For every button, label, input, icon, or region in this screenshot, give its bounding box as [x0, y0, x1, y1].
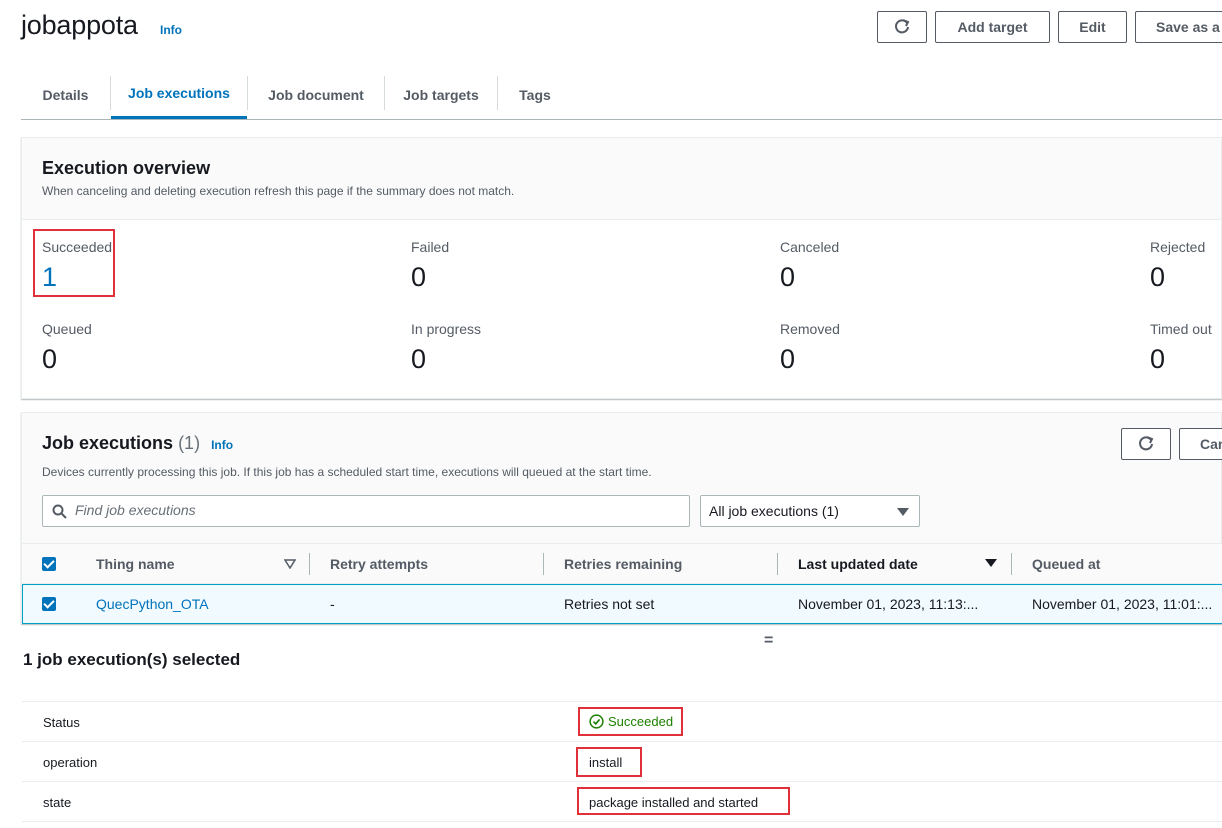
search-icon	[52, 504, 67, 519]
succeeded-highlight-box	[33, 229, 115, 297]
tab-details[interactable]: Details	[21, 70, 110, 119]
cancel-execution-button[interactable]: Can	[1179, 428, 1222, 460]
column-queued-at[interactable]: Queued at	[1032, 556, 1100, 572]
select-all-checkbox[interactable]	[42, 557, 56, 571]
job-executions-description: Devices currently processing this job. I…	[42, 465, 652, 479]
last-updated-cell: November 01, 2023, 11:13:...	[798, 596, 979, 612]
refresh-icon	[895, 19, 910, 34]
operation-highlight-box	[576, 747, 642, 777]
thing-name-link[interactable]: QuecPython_OTA	[96, 596, 209, 612]
job-executions-title: Job executions (1) Info	[42, 433, 233, 454]
retries-remaining-cell: Retries not set	[564, 596, 655, 612]
detail-key-status: Status	[43, 715, 80, 730]
job-executions-title-text: Job executions	[42, 433, 174, 453]
refresh-icon	[1139, 436, 1154, 451]
job-executions-count: (1)	[178, 433, 201, 453]
column-retry-attempts[interactable]: Retry attempts	[330, 556, 428, 572]
edit-button[interactable]: Edit	[1058, 11, 1127, 43]
stat-failed-value: 0	[411, 262, 427, 292]
stat-canceled-label: Canceled	[780, 239, 840, 255]
sort-descending-icon[interactable]	[985, 559, 997, 567]
row-checkbox[interactable]	[42, 597, 56, 611]
column-retries-remaining[interactable]: Retries remaining	[564, 556, 682, 572]
split-panel-handle[interactable]: =	[764, 632, 773, 650]
search-input[interactable]	[75, 502, 675, 518]
stat-timed-out-label: Timed out	[1150, 321, 1212, 337]
execution-overview-panel: Execution overview When canceling and de…	[21, 137, 1222, 399]
status-highlight-box	[578, 707, 683, 736]
stat-rejected-value: 0	[1150, 262, 1166, 292]
execution-overview-header: Execution overview When canceling and de…	[22, 138, 1221, 220]
search-box	[42, 495, 690, 527]
executions-refresh-button[interactable]	[1121, 428, 1171, 460]
tab-job-executions[interactable]: Job executions	[111, 70, 247, 119]
job-executions-info-link[interactable]: Info	[211, 438, 233, 452]
page-title: jobappota	[21, 10, 138, 40]
queued-at-cell: November 01, 2023, 11:01:...	[1032, 596, 1213, 612]
table-header: Thing name Retry attempts Retries remain…	[22, 544, 1222, 584]
state-highlight-box	[577, 787, 790, 815]
save-as-button[interactable]: Save as a	[1135, 11, 1222, 43]
refresh-button[interactable]	[877, 11, 927, 43]
add-target-button[interactable]: Add target	[935, 11, 1050, 43]
chevron-down-icon	[897, 508, 909, 516]
stat-timed-out-value: 0	[1150, 344, 1166, 374]
stat-in-progress-value: 0	[411, 344, 427, 374]
detail-key-state: state	[43, 795, 72, 810]
tab-job-targets[interactable]: Job targets	[385, 70, 497, 119]
retry-attempts-cell: -	[330, 596, 335, 612]
title-info-link[interactable]: Info	[160, 23, 182, 37]
stat-canceled-value: 0	[780, 262, 796, 292]
stat-removed-label: Removed	[780, 321, 840, 337]
selection-title: 1 job execution(s) selected	[23, 650, 241, 669]
execution-overview-title: Execution overview	[42, 158, 211, 178]
sort-icon[interactable]	[284, 559, 296, 569]
tab-job-document[interactable]: Job document	[248, 70, 384, 119]
stat-queued-value: 0	[42, 344, 58, 374]
column-thing-name[interactable]: Thing name	[96, 556, 175, 572]
job-executions-header: Job executions (1) Info Devices currentl…	[22, 413, 1222, 544]
execution-filter-select[interactable]: All job executions (1)	[700, 495, 920, 527]
tab-tags[interactable]: Tags	[498, 70, 572, 119]
detail-key-operation: operation	[43, 755, 98, 770]
stat-queued-label: Queued	[42, 321, 92, 337]
stat-rejected-label: Rejected	[1150, 239, 1206, 255]
execution-overview-description: When canceling and deleting execution re…	[42, 184, 515, 198]
table-row[interactable]: QuecPython_OTA - Retries not set Novembe…	[22, 584, 1222, 624]
execution-filter-value: All job executions (1)	[709, 503, 839, 519]
job-executions-panel: Job executions (1) Info Devices currentl…	[21, 412, 1222, 624]
column-last-updated-date[interactable]: Last updated date	[798, 556, 918, 572]
stat-failed-label: Failed	[411, 239, 450, 255]
stat-removed-value: 0	[780, 344, 796, 374]
stat-in-progress-label: In progress	[411, 321, 482, 337]
tab-bar: Details Job executions Job document Job …	[21, 70, 1222, 120]
